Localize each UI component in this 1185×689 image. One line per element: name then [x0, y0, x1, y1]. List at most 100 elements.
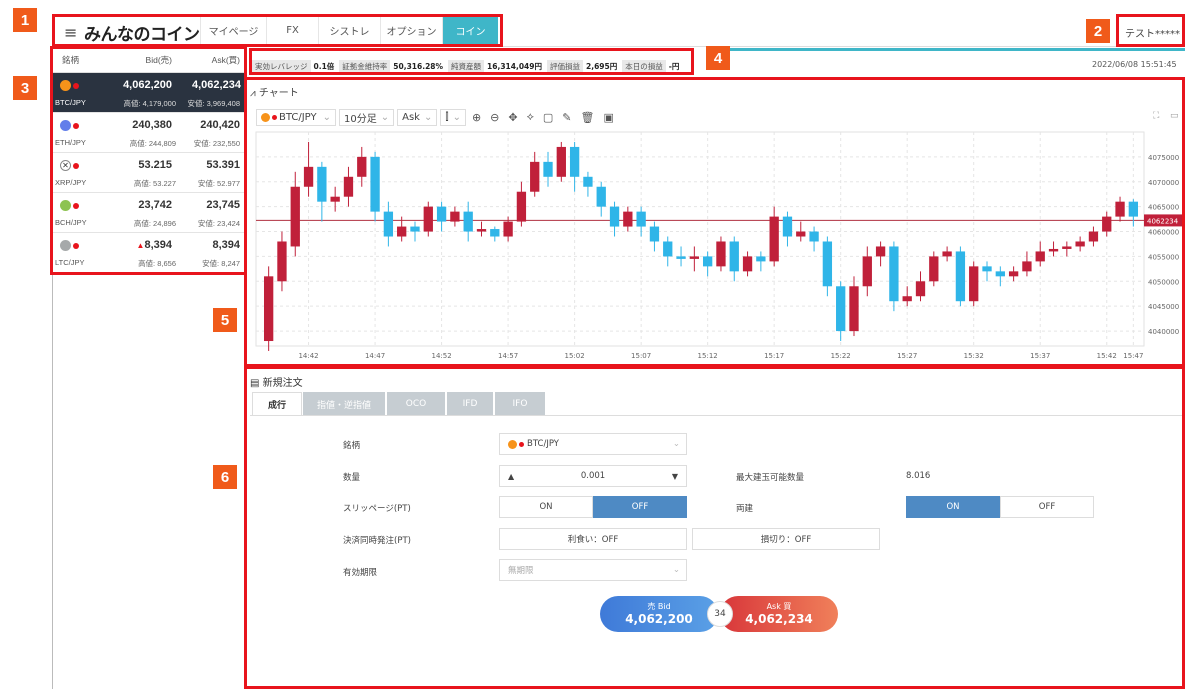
candle-body — [530, 161, 540, 192]
sell-button[interactable]: 売 Bid 4,062,200 — [600, 596, 718, 632]
stop-loss-button[interactable]: 損切り：OFF — [692, 528, 880, 550]
qty-stepper[interactable]: ▲ 0.001 ▼ — [499, 465, 687, 487]
order-tab-ifo[interactable]: IFO — [495, 392, 545, 416]
take-profit-button[interactable]: 利食い：OFF — [499, 528, 687, 550]
board-bid[interactable]: 53.215 — [112, 159, 172, 171]
info-value: 2,695円 — [586, 61, 618, 71]
candle-body — [503, 221, 513, 237]
both-side-on-toggle[interactable]: ON — [906, 496, 1000, 518]
draw-icon[interactable]: ⟡ — [527, 110, 534, 124]
decrement-icon[interactable]: ▼ — [672, 472, 678, 481]
info-value: -円 — [668, 61, 680, 71]
candle-body — [689, 256, 700, 259]
monitor-icon[interactable]: ▭ — [1170, 111, 1179, 121]
buy-button[interactable]: Ask 買 4,062,234 — [720, 596, 838, 632]
y-tick-label: 4075000 — [1148, 154, 1179, 162]
chart-toolbar: BTC/JPY ⌄ 10分足 ⌄ Ask ⌄ ⫿ ⌄ ⊕ ⊖ ✥ ⟡ ▢ ✎ 🗑… — [256, 108, 617, 126]
qty-value[interactable]: 0.001 — [514, 471, 672, 481]
candle-body — [1102, 216, 1112, 232]
order-tab-oco[interactable]: OCO — [387, 392, 445, 416]
pencil-icon[interactable]: ✎ — [562, 111, 571, 124]
candle-body — [397, 226, 407, 237]
candle-body — [1075, 241, 1085, 247]
board-low: 安値: 232,550 — [193, 139, 240, 148]
board-bid[interactable]: ▲8,394 — [112, 239, 172, 251]
qty-label: 数量 — [343, 473, 361, 483]
candle-body — [290, 186, 300, 247]
save-icon[interactable]: ▢ — [543, 111, 553, 124]
sell-price: 4,062,200 — [625, 612, 693, 626]
current-price-label: 4062234 — [1147, 217, 1179, 225]
trash-icon[interactable]: 🗑 — [581, 111, 595, 124]
x-tick-label: 15:17 — [764, 352, 784, 360]
board-high: 高値: 4,179,000 — [123, 99, 176, 108]
candle-body — [463, 211, 473, 232]
zoom-in-icon[interactable]: ⊕ — [472, 111, 481, 124]
symbol-select[interactable]: BTC/JPY ⌄ — [499, 433, 687, 455]
board-row-ltc[interactable]: LTC/JPY ▲8,394 8,394 高値: 8,656 安値: 8,247 — [52, 233, 245, 273]
slippage-on-toggle[interactable]: ON — [499, 496, 593, 518]
interval-select[interactable]: 10分足 ⌄ — [339, 108, 395, 126]
clipboard-icon[interactable]: ▣ — [603, 111, 613, 124]
order-tab-limit[interactable]: 指値・逆指値 — [303, 392, 385, 416]
candle-body — [862, 256, 872, 287]
order-tab-ifd[interactable]: IFD — [447, 392, 493, 416]
board-row-xrp[interactable]: ✕ XRP/JPY 53.215 53.391 高値: 53.227 安値: 5… — [52, 153, 245, 193]
candle-body — [583, 176, 593, 187]
menu-icon[interactable]: ≡ — [64, 23, 77, 42]
candle-body — [1048, 248, 1059, 252]
btc-coin-icon — [261, 112, 270, 122]
candle-body — [796, 231, 806, 237]
board-row-eth[interactable]: ETH/JPY 240,380 240,420 高値: 244,809 安値: … — [52, 113, 245, 153]
chart-symbol-select[interactable]: BTC/JPY ⌄ — [256, 108, 336, 126]
btc-coin-icon — [60, 80, 71, 91]
candle-body — [663, 241, 673, 257]
jpy-dot-icon — [73, 203, 79, 209]
candle-body — [822, 241, 833, 287]
board-ask[interactable]: 240,420 — [192, 119, 240, 131]
candle-body — [716, 241, 726, 267]
slippage-off-toggle[interactable]: OFF — [593, 496, 687, 518]
candle-body — [836, 286, 846, 332]
board-high: 高値: 53.227 — [133, 179, 176, 188]
expiry-label: 有効期限 — [343, 568, 378, 578]
fullscreen-icon[interactable]: ⛶ — [1153, 111, 1159, 121]
x-tick-label: 15:37 — [1030, 352, 1050, 360]
chart-type-select[interactable]: ⫿ ⌄ — [440, 108, 466, 126]
board-row-btc[interactable]: BTC/JPY 4,062,200 4,062,234 高値: 4,179,00… — [52, 73, 245, 113]
tab-coin[interactable]: コイン — [442, 17, 498, 44]
info-label: 純資産額 — [448, 59, 485, 73]
info-label: 評価損益 — [547, 59, 583, 73]
order-tab-divider — [250, 415, 1185, 416]
board-bid[interactable]: 23,742 — [112, 199, 172, 211]
board-row-bch[interactable]: BCH/JPY 23,742 23,745 高値: 24,896 安値: 23,… — [52, 193, 245, 233]
zoom-out-icon[interactable]: ⊖ — [490, 111, 499, 124]
board-ask[interactable]: 53.391 — [192, 159, 240, 171]
tab-option[interactable]: オプション — [380, 17, 442, 44]
board-header-ask: Ask(買) — [211, 54, 240, 65]
board-ask[interactable]: 23,745 — [192, 199, 240, 211]
board-ask[interactable]: 4,062,234 — [192, 79, 241, 91]
candle-body — [476, 229, 487, 232]
info-label: 本日の損益 — [622, 59, 666, 73]
crosshair-icon[interactable]: ✥ — [508, 111, 517, 124]
side-select[interactable]: Ask ⌄ — [397, 108, 438, 126]
board-header-bid: Bid(売) — [145, 54, 172, 65]
board-header-symbol: 銘柄 — [62, 54, 80, 65]
sell-label: 売 Bid — [647, 602, 671, 611]
tab-mypage[interactable]: マイページ — [200, 17, 266, 44]
candlestick-chart[interactable]: 4040000 4045000 4050000 4055000 4060000 40650… — [252, 130, 1182, 362]
both-side-off-toggle[interactable]: OFF — [1000, 496, 1094, 518]
y-tick-label: 4050000 — [1148, 278, 1179, 286]
board-bid[interactable]: 4,062,200 — [112, 79, 172, 91]
order-tab-market[interactable]: 成行 — [252, 392, 302, 416]
board-symbol: XRP/JPY — [55, 178, 87, 187]
tab-fx[interactable]: FX — [266, 17, 318, 44]
user-name[interactable]: テスト***** — [1125, 25, 1180, 40]
y-tick-label: 4070000 — [1148, 179, 1179, 187]
board-bid-value: 8,394 — [144, 239, 172, 251]
board-bid[interactable]: 240,380 — [112, 119, 172, 131]
board-ask[interactable]: 8,394 — [192, 239, 240, 251]
expiry-select[interactable]: 無期限 ⌄ — [499, 559, 687, 581]
tab-systre[interactable]: シストレ — [318, 17, 380, 44]
